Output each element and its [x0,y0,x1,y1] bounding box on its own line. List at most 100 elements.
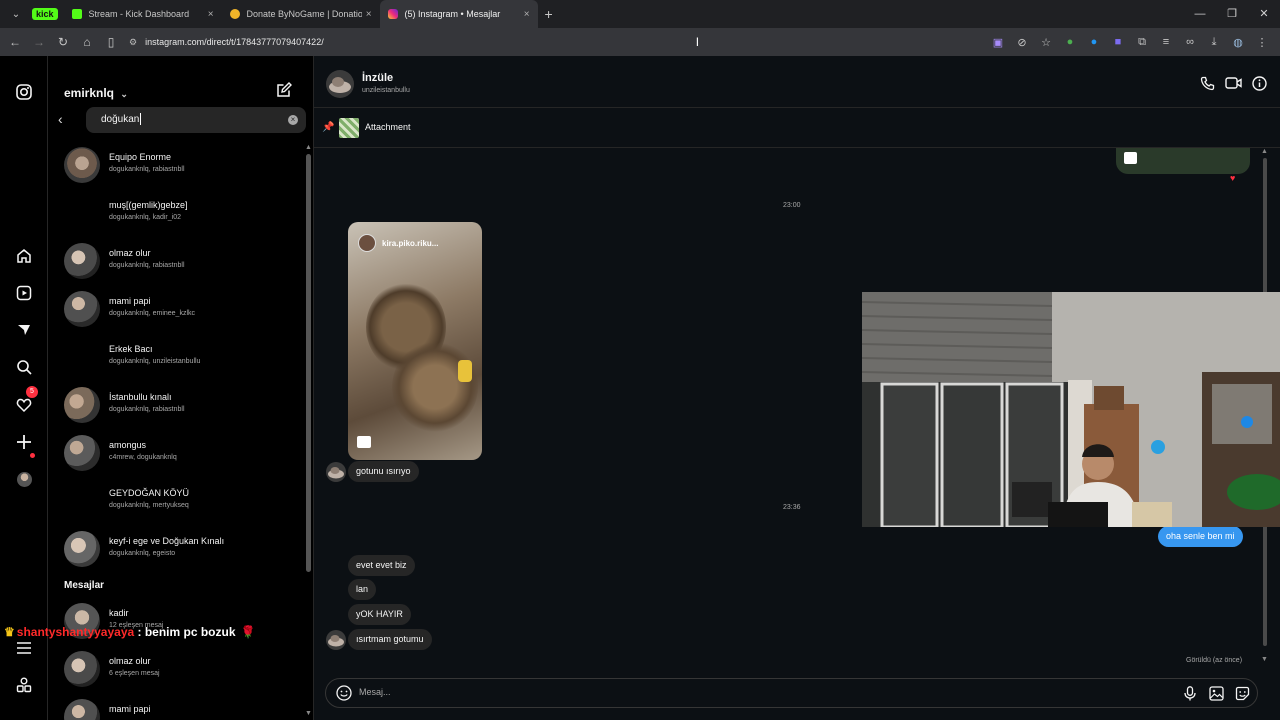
extension-blue-icon[interactable]: ● [1082,36,1106,48]
add-photo-icon[interactable] [1203,684,1229,702]
extension-discord-icon[interactable]: ■ [1106,36,1130,48]
kick-tab-group-badge[interactable]: kick [32,8,58,20]
result-name: keyf-i ege ve Doğukan Kınalı [109,536,225,546]
profile-avatar[interactable] [12,467,36,491]
tab-close-icon[interactable]: × [208,9,214,20]
media-control-icon[interactable]: ≡ [1154,36,1178,48]
reel-image-cat [392,342,478,432]
eye-off-icon[interactable]: ⊘ [1010,36,1034,49]
contact-name[interactable]: İnzüle [362,72,393,84]
composer-tools [1177,684,1255,702]
tab-close-icon[interactable]: × [366,9,372,20]
messenger-icon[interactable] [12,318,36,342]
scroll-up-icon[interactable]: ▲ [305,144,312,151]
restore-icon[interactable]: ❐ [1216,0,1248,28]
create-plus-icon[interactable] [12,430,36,454]
reel-image-toy [458,360,472,382]
search-result-item[interactable]: Equipo Enorme dogukanknlq, rabiastnbll [64,146,304,186]
reel-author-avatar [358,234,376,252]
reload-icon[interactable]: ↻ [51,35,75,49]
back-arrow-icon[interactable]: ← [3,35,27,49]
shared-media-preview[interactable] [1116,148,1250,174]
close-window-icon[interactable]: ✕ [1248,0,1280,28]
home-icon[interactable]: ⌂ [75,35,99,49]
extension-green-icon[interactable]: ● [1058,36,1082,48]
split-view-icon[interactable]: ▯ [99,35,123,49]
search-result-item[interactable]: GEYDOĞAN KÖYÜ dogukanknlq, mertyukseq [64,482,304,522]
tab-search-button[interactable]: ⌄ [4,4,28,24]
incoming-message-bubble[interactable]: gotunu ısırıyo [348,461,419,482]
scroll-down-icon[interactable]: ▼ [305,710,312,717]
conversation-scrollbar[interactable]: ▲ ▼ [304,144,312,720]
result-members: dogukanknlq, unzileistanbullu [109,358,201,365]
emoji-picker-icon[interactable] [336,685,352,701]
search-icon[interactable] [12,355,36,379]
group-avatar [64,435,100,471]
search-value: doğukan [101,114,140,125]
bookmark-star-icon[interactable]: ☆ [1034,36,1058,49]
incoming-message-bubble[interactable]: evet evet biz [348,555,415,576]
voice-clip-icon[interactable] [1177,684,1203,702]
pinned-message-bar[interactable]: 📌 Attachment [314,108,1280,148]
download-icon[interactable]: ⤓ [1202,36,1226,49]
site-info-icon[interactable]: ⚙ [129,37,137,48]
account-switcher[interactable]: emirknlq ⌄ [64,86,128,100]
clear-search-icon[interactable]: × [288,115,298,125]
group-avatar [64,651,100,687]
outgoing-message-bubble[interactable]: oha senle ben mi [1158,526,1243,547]
message-input-placeholder[interactable]: Mesaj... [359,687,391,697]
phone-call-icon[interactable] [1194,74,1220,92]
search-result-item[interactable]: İstanbullu kınalı dogukanknlq, rabiastnb… [64,386,304,426]
sender-avatar[interactable] [326,462,346,482]
result-name: GEYDOĞAN KÖYÜ [109,488,190,498]
result-members: c4mrew, dogukanknlq [109,454,177,461]
scroll-up-icon[interactable]: ▲ [1261,148,1268,155]
extensions-puzzle-icon[interactable]: ⧉ [1130,36,1154,49]
search-result-item[interactable]: mami papi dogukanknlq, eminee_kzlkc [64,290,304,330]
contact-avatar[interactable] [326,70,354,98]
incoming-message-bubble[interactable]: ısırtmam gotumu [348,629,432,650]
reel-author[interactable]: kira.piko.riku... [358,234,438,252]
vpn-icon[interactable]: ∞ [1178,36,1202,48]
profile-avatar-icon[interactable]: ◍ [1226,36,1250,49]
shared-reel[interactable]: kira.piko.riku... [348,222,482,460]
reels-icon[interactable] [12,281,36,305]
result-name: Equipo Enorme [109,152,172,162]
message-composer[interactable]: Mesaj... [325,678,1258,708]
new-message-icon[interactable] [276,82,294,100]
search-result-item[interactable]: keyf-i ege ve Doğukan Kınalı dogukanknlq… [64,530,304,570]
incoming-message-bubble[interactable]: yOK HAYIR [348,604,411,625]
minimize-icon[interactable]: — [1184,0,1216,28]
search-input[interactable]: doğukan [86,107,306,133]
message-result-item[interactable]: mami papi [64,698,304,720]
search-result-item[interactable]: muş[(gemlik)gebze] dogukanknlq, kadir_i0… [64,194,304,234]
browser-menu-icon[interactable]: ⋮ [1250,36,1274,49]
tab-bynogame-donations[interactable]: Donate ByNoGame | Donations × [222,0,380,28]
address-bar[interactable]: ⚙ instagram.com/direct/t/178437770794074… [129,35,986,49]
new-tab-button[interactable]: + [538,6,560,22]
result-name: mami papi [109,704,151,714]
message-result-item[interactable]: olmaz olur 6 eşleşen mesaj [64,650,304,690]
sender-avatar[interactable] [326,630,346,650]
back-chevron-icon[interactable]: ‹ [58,111,63,127]
search-result-item[interactable]: olmaz olur dogukanknlq, rabiastnbll [64,242,304,282]
notifications-heart-icon[interactable] [12,393,36,417]
conversation-info-icon[interactable] [1246,74,1272,92]
cast-icon[interactable]: ▣ [986,36,1010,49]
sticker-icon[interactable] [1229,684,1255,702]
also-from-meta-icon[interactable] [12,673,36,697]
tab-close-icon[interactable]: × [524,9,530,20]
search-result-item[interactable]: Erkek Bacı dogukanknlq, unzileistanbullu [64,338,304,378]
forward-arrow-icon[interactable]: → [27,35,51,49]
scroll-down-icon[interactable]: ▼ [1261,656,1268,663]
thread-header: İnzüle unzileistanbullu [314,56,1280,108]
thread-actions [1194,74,1272,92]
incoming-message-bubble[interactable]: lan [348,579,377,600]
scroll-thumb[interactable] [306,154,311,572]
video-call-icon[interactable] [1220,74,1246,92]
tab-kick-dashboard[interactable]: Stream - Kick Dashboard × [64,0,222,28]
home-icon[interactable] [12,244,36,268]
instagram-logo-icon[interactable] [12,80,36,104]
tab-instagram-messages[interactable]: (5) Instagram • Mesajlar × [379,0,538,28]
search-result-item[interactable]: amongus c4mrew, dogukanknlq [64,434,304,474]
